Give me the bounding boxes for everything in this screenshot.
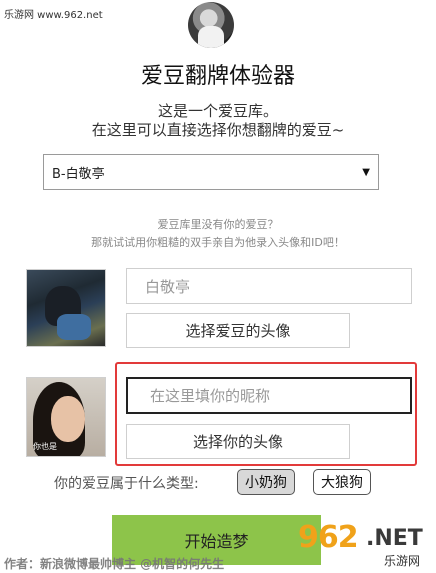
idol-name-value: 白敬亭 — [145, 277, 191, 296]
logo-cn: 乐游网 — [384, 554, 421, 568]
hint-line2: 那就试试用你粗糙的双手亲自为他录入头像和ID吧！ — [91, 236, 345, 249]
watermark-top: 乐游网 www.962.net — [4, 10, 103, 21]
site-logo: 962 .NET 乐游网 — [298, 520, 432, 570]
idol-select-value: B-白敬亭 — [52, 166, 105, 182]
choose-your-avatar-button[interactable]: 选择你的头像 — [126, 424, 350, 459]
idol-avatar-preview — [26, 269, 106, 347]
type-option-puppy[interactable]: 小奶狗 — [237, 469, 295, 495]
type-question-label: 你的爱豆属于什么类型: — [54, 476, 199, 492]
nickname-field[interactable] — [126, 377, 412, 414]
idol-name-field[interactable]: 白敬亭 — [126, 268, 412, 304]
logo-suffix: .NET — [366, 526, 423, 551]
start-button-label: 开始造梦 — [184, 532, 249, 551]
subtitle-line2: 在这里可以直接选择你想翻牌的爱豆~ — [91, 121, 345, 139]
hint-line1: 爱豆库里没有你的爱豆？ — [157, 218, 279, 231]
user-avatar-preview: 你也是 — [26, 377, 106, 457]
photo-caption: 你也是 — [33, 442, 57, 451]
type-option-puppy-label: 小奶狗 — [245, 475, 287, 491]
logo-number: 962 — [298, 520, 359, 555]
type-option-wolfdog[interactable]: 大狼狗 — [313, 469, 371, 495]
author-credit: 作者：新浪微博最帅博主 @机智的何先生 — [4, 557, 225, 571]
type-option-wolfdog-label: 大狼狗 — [321, 475, 363, 491]
page-title: 爱豆翻牌体验器 — [140, 64, 295, 89]
idol-select[interactable]: B-白敬亭 ▼ — [43, 154, 379, 190]
subtitle-line1: 这是一个爱豆库。 — [157, 102, 278, 120]
dropdown-arrow-icon: ▼ — [362, 166, 370, 178]
header-avatar — [188, 2, 234, 48]
choose-your-avatar-label: 选择你的头像 — [192, 433, 283, 451]
nickname-input[interactable] — [148, 385, 410, 406]
choose-idol-avatar-label: 选择爱豆的头像 — [185, 322, 291, 340]
choose-idol-avatar-button[interactable]: 选择爱豆的头像 — [126, 313, 350, 348]
